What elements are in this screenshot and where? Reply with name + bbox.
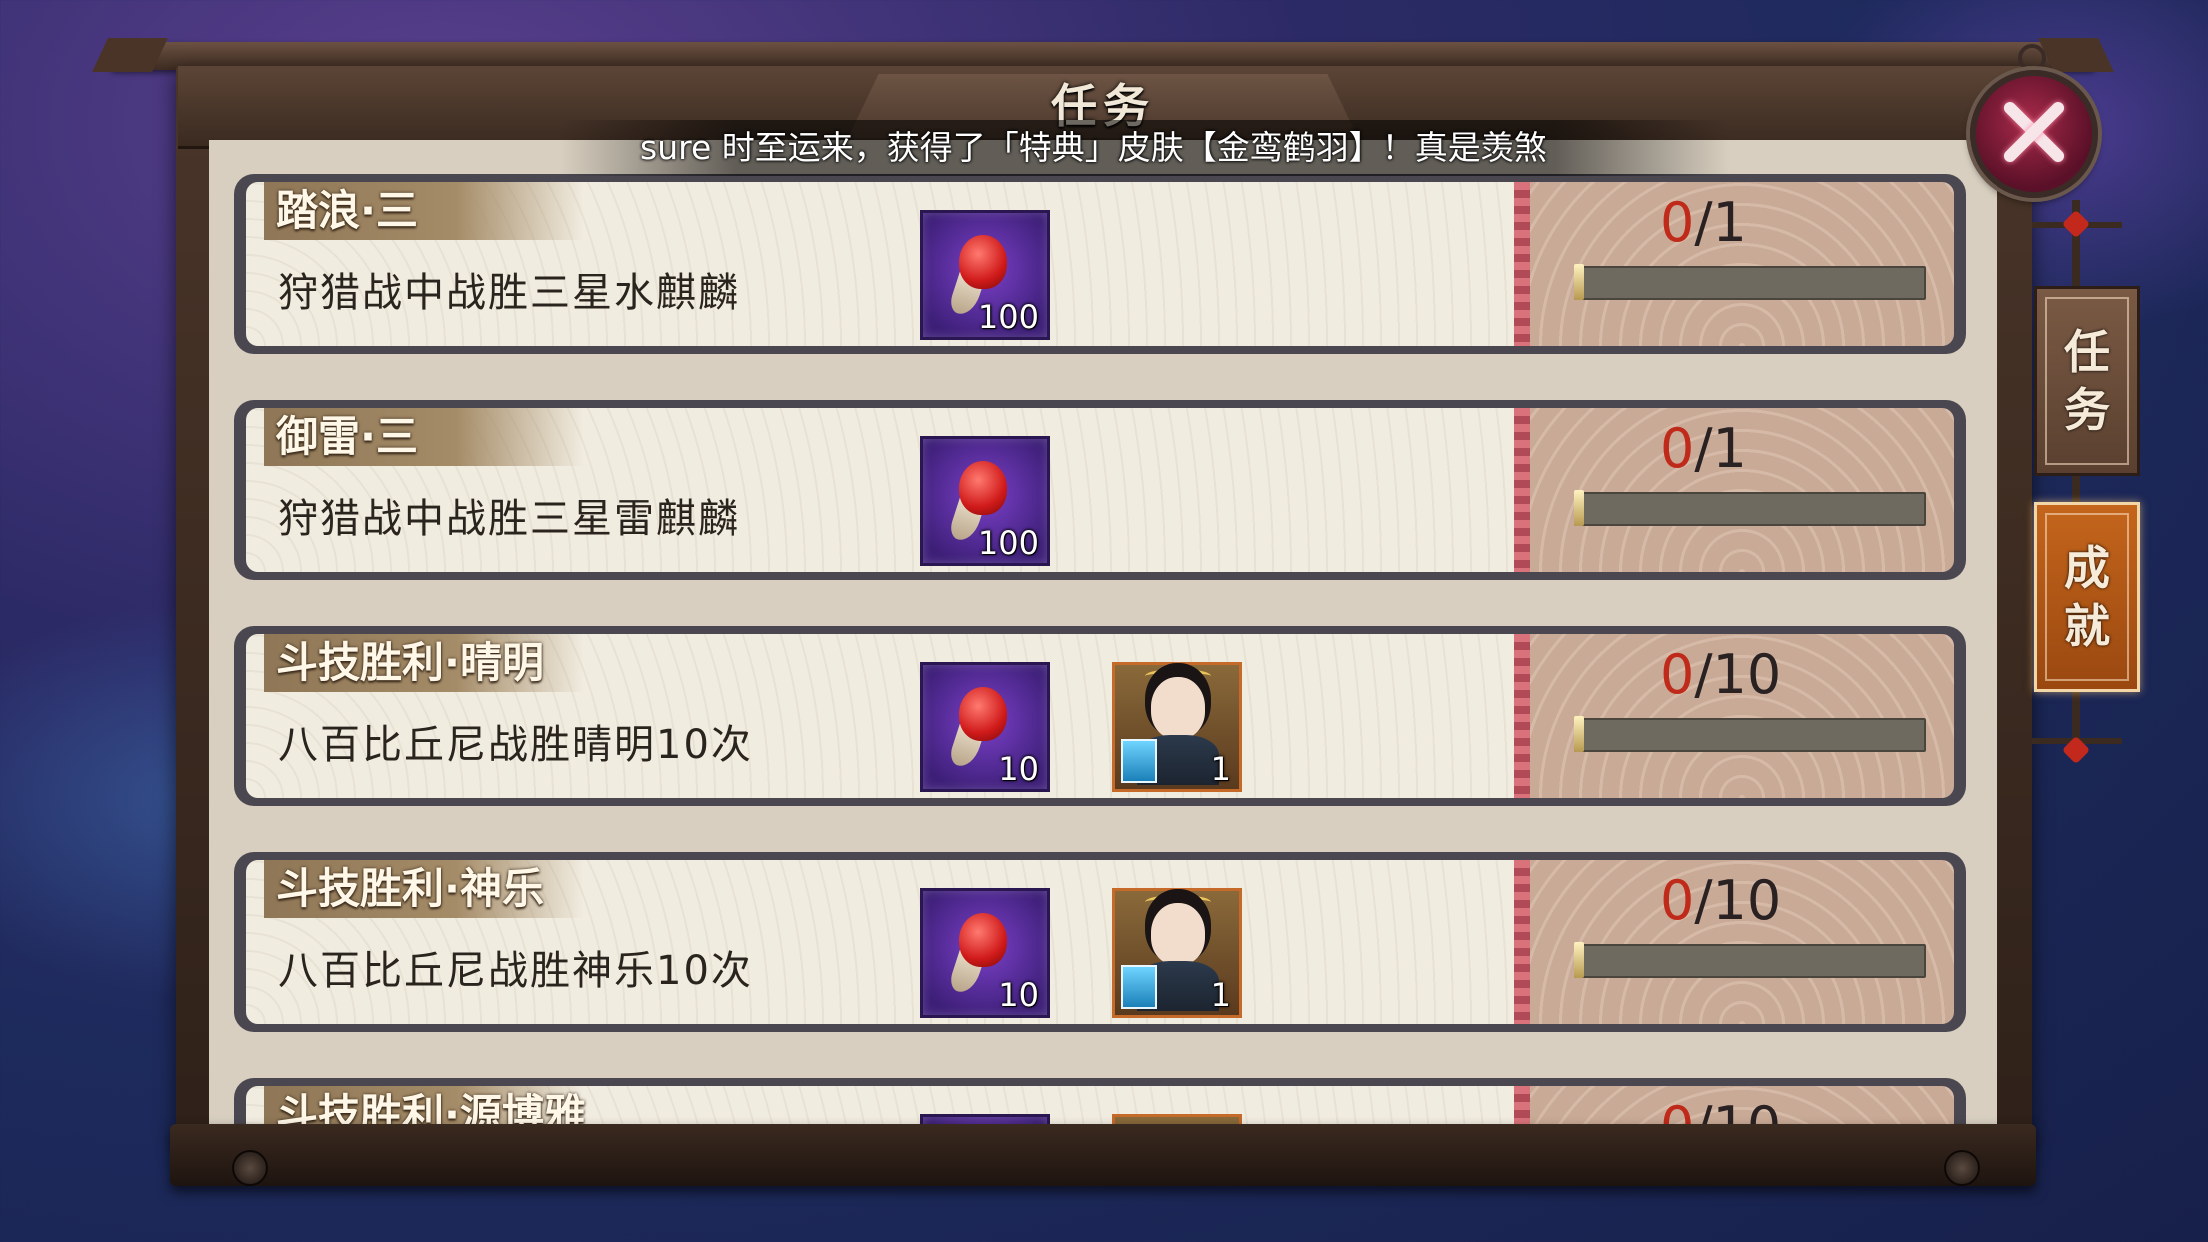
jade-icon xyxy=(959,687,1007,741)
rod-knob-left xyxy=(232,1150,268,1186)
reward-jade-item[interactable]: 100 xyxy=(920,436,1050,566)
reward-quantity: 1 xyxy=(1210,976,1231,1014)
reward-jade-item[interactable]: 10 xyxy=(920,888,1050,1018)
reward-quantity: 10 xyxy=(998,976,1039,1014)
card-divider xyxy=(1514,182,1530,346)
jade-icon xyxy=(959,913,1007,967)
task-card: 斗技胜利·神乐 八百比丘尼战胜神乐10次 10 1 0/10 xyxy=(228,848,1972,1044)
book-icon xyxy=(1121,965,1157,1009)
task-list[interactable]: 踏浪·三 狩猎战中战胜三星水麒麟 100 0/1 御雷·三 狩猎战中战胜三星雷麒… xyxy=(228,170,1978,1124)
card-divider xyxy=(1514,860,1530,1024)
progress-bar xyxy=(1574,942,1926,978)
progress-bar xyxy=(1574,264,1926,300)
progress-count: 0/1 xyxy=(1660,418,1747,480)
reward-jade-item[interactable]: 100 xyxy=(920,210,1050,340)
progress-bar xyxy=(1574,490,1926,526)
progress-count: 0/10 xyxy=(1660,1095,1781,1125)
close-hanger-ring xyxy=(2018,44,2046,72)
progress-total: /10 xyxy=(1694,1095,1781,1125)
progress-count: 0/10 xyxy=(1660,870,1781,932)
progress-bar-cap xyxy=(1574,264,1584,300)
progress-total: /1 xyxy=(1694,417,1747,480)
tab-achievements[interactable]: 成 就 xyxy=(2034,502,2140,692)
progress-total: /10 xyxy=(1694,869,1782,932)
task-card: 斗技胜利·源博雅 0/10 xyxy=(228,1074,1972,1124)
progress-bar-cap xyxy=(1574,942,1584,978)
task-description: 狩猎战中战胜三星水麒麟 xyxy=(278,270,740,316)
progress-total: /1 xyxy=(1694,191,1747,254)
progress-total: /10 xyxy=(1694,643,1782,706)
reward-quantity: 100 xyxy=(977,298,1039,336)
reward-quantity: 100 xyxy=(977,524,1039,562)
announcement-text: sure 时至运来，获得了「特典」皮肤【金鸾鹤羽】！真是羡煞 xyxy=(640,128,1547,167)
jade-icon xyxy=(959,235,1007,289)
close-button[interactable] xyxy=(1970,70,2098,198)
task-description: 八百比丘尼战胜神乐10次 xyxy=(278,948,753,994)
tab-label: 任 务 xyxy=(2064,325,2110,437)
task-name: 斗技胜利·神乐 xyxy=(276,864,544,913)
progress-current: 0 xyxy=(1660,417,1695,480)
progress-current: 0 xyxy=(1660,1095,1694,1125)
task-name: 斗技胜利·晴明 xyxy=(276,638,544,687)
reward-shikigami-card[interactable]: 1 xyxy=(1112,662,1242,792)
reward-quantity: 1 xyxy=(1210,750,1231,788)
progress-current: 0 xyxy=(1660,869,1695,932)
progress-current: 0 xyxy=(1660,191,1695,254)
rod-knob-right xyxy=(1944,1150,1980,1186)
avatar xyxy=(1151,677,1205,739)
card-divider xyxy=(1514,1086,1530,1124)
card-divider xyxy=(1514,408,1530,572)
task-name: 踏浪·三 xyxy=(276,186,418,235)
reward-quantity: 10 xyxy=(998,750,1039,788)
task-card: 踏浪·三 狩猎战中战胜三星水麒麟 100 0/1 xyxy=(228,170,1972,366)
progress-current: 0 xyxy=(1660,643,1695,706)
task-card: 斗技胜利·晴明 八百比丘尼战胜晴明10次 10 1 0/10 xyxy=(228,622,1972,818)
progress-bar xyxy=(1574,716,1926,752)
card-divider xyxy=(1514,634,1530,798)
tab-label: 成 就 xyxy=(2064,541,2110,653)
task-card: 御雷·三 狩猎战中战胜三星雷麒麟 100 0/1 xyxy=(228,396,1972,592)
scroll-bottom-rod xyxy=(170,1124,2036,1186)
task-name: 御雷·三 xyxy=(276,412,418,461)
task-name: 斗技胜利·源博雅 xyxy=(276,1090,586,1124)
task-description: 八百比丘尼战胜晴明10次 xyxy=(278,722,753,768)
progress-bar-cap xyxy=(1574,490,1584,526)
reward-shikigami-card[interactable]: 1 xyxy=(1112,888,1242,1018)
jade-icon xyxy=(959,461,1007,515)
task-description: 狩猎战中战胜三星雷麒麟 xyxy=(278,496,740,542)
book-icon xyxy=(1121,739,1157,783)
tab-tasks[interactable]: 任 务 xyxy=(2034,286,2140,476)
progress-count: 0/10 xyxy=(1660,644,1781,706)
reward-shikigami-card[interactable] xyxy=(1112,1114,1242,1124)
avatar xyxy=(1151,903,1205,965)
progress-count: 0/1 xyxy=(1660,192,1747,254)
progress-bar-cap xyxy=(1574,716,1584,752)
reward-jade-item[interactable]: 10 xyxy=(920,662,1050,792)
reward-jade-item[interactable] xyxy=(920,1114,1050,1124)
